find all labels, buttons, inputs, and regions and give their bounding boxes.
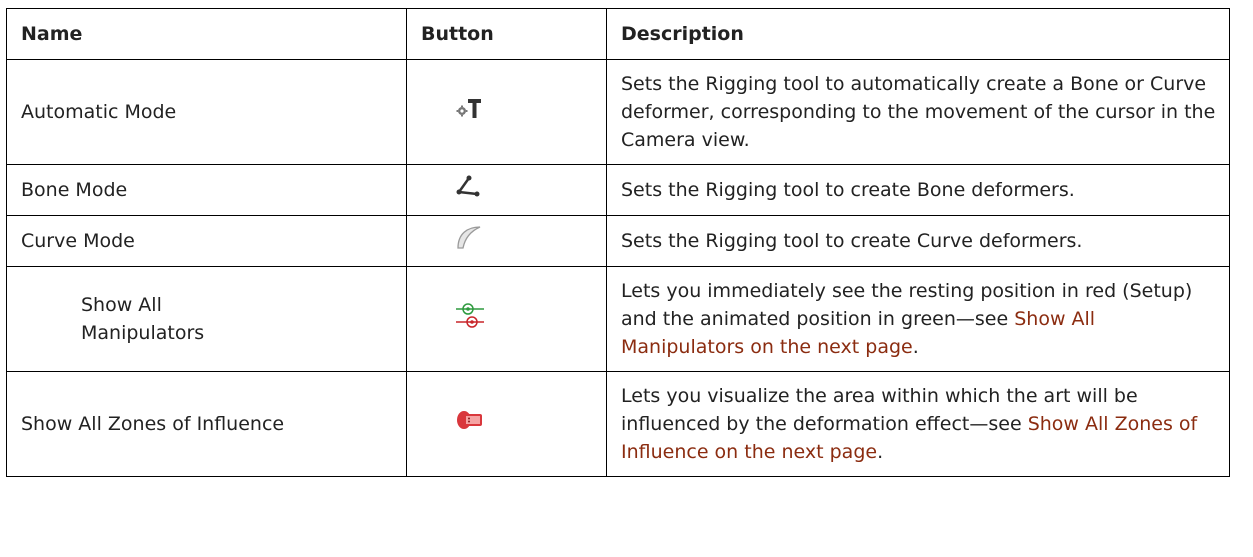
table-row: Curve Mode Sets the Rigging tool to crea…: [6, 215, 1230, 267]
header-row: Name Button Description: [6, 8, 1230, 60]
automatic-mode-icon[interactable]: [455, 96, 483, 128]
header-description: Description: [606, 8, 1230, 60]
rigging-tool-modes-table: Name Button Description Automatic Mode S…: [6, 8, 1230, 477]
row-description-cell: Lets you visualize the area within which…: [606, 371, 1230, 477]
row-name-cell: Show All Manipulators: [6, 266, 407, 372]
row-name: Automatic Mode: [6, 59, 407, 165]
header-button: Button: [406, 8, 607, 60]
row-name: Show All Zones of Influence: [6, 371, 407, 477]
row-description-end: .: [912, 336, 919, 358]
table-row: Show All Manipulators Lets you immediate…: [6, 266, 1230, 372]
row-button-cell: [406, 164, 607, 216]
row-button-cell: [406, 59, 607, 165]
row-name: Bone Mode: [6, 164, 407, 216]
row-description-end: .: [877, 441, 884, 463]
show-all-zones-icon[interactable]: [455, 408, 485, 440]
row-description: Sets the Rigging tool to automatically c…: [606, 59, 1230, 165]
row-description-cell: Lets you immediately see the resting pos…: [606, 266, 1230, 372]
curve-mode-icon[interactable]: [455, 224, 483, 258]
table-row: Automatic Mode Sets the Rigging tool to …: [6, 59, 1230, 165]
row-description: Lets you immediately see the resting pos…: [621, 280, 1193, 330]
row-name: Curve Mode: [6, 215, 407, 267]
table-row: Bone Mode Sets the Rigging tool to creat…: [6, 164, 1230, 216]
header-name: Name: [6, 8, 407, 60]
row-button-cell: [406, 266, 607, 372]
show-all-manipulators-icon[interactable]: [455, 300, 485, 338]
row-description: Sets the Rigging tool to create Curve de…: [606, 215, 1230, 267]
table-row: Show All Zones of Influence Lets you vis…: [6, 371, 1230, 477]
row-name-line2: Manipulators: [81, 322, 205, 344]
row-name-line1: Show All: [81, 294, 162, 316]
bone-mode-icon[interactable]: [455, 174, 481, 206]
row-button-cell: [406, 371, 607, 477]
row-button-cell: [406, 215, 607, 267]
row-description: Sets the Rigging tool to create Bone def…: [606, 164, 1230, 216]
